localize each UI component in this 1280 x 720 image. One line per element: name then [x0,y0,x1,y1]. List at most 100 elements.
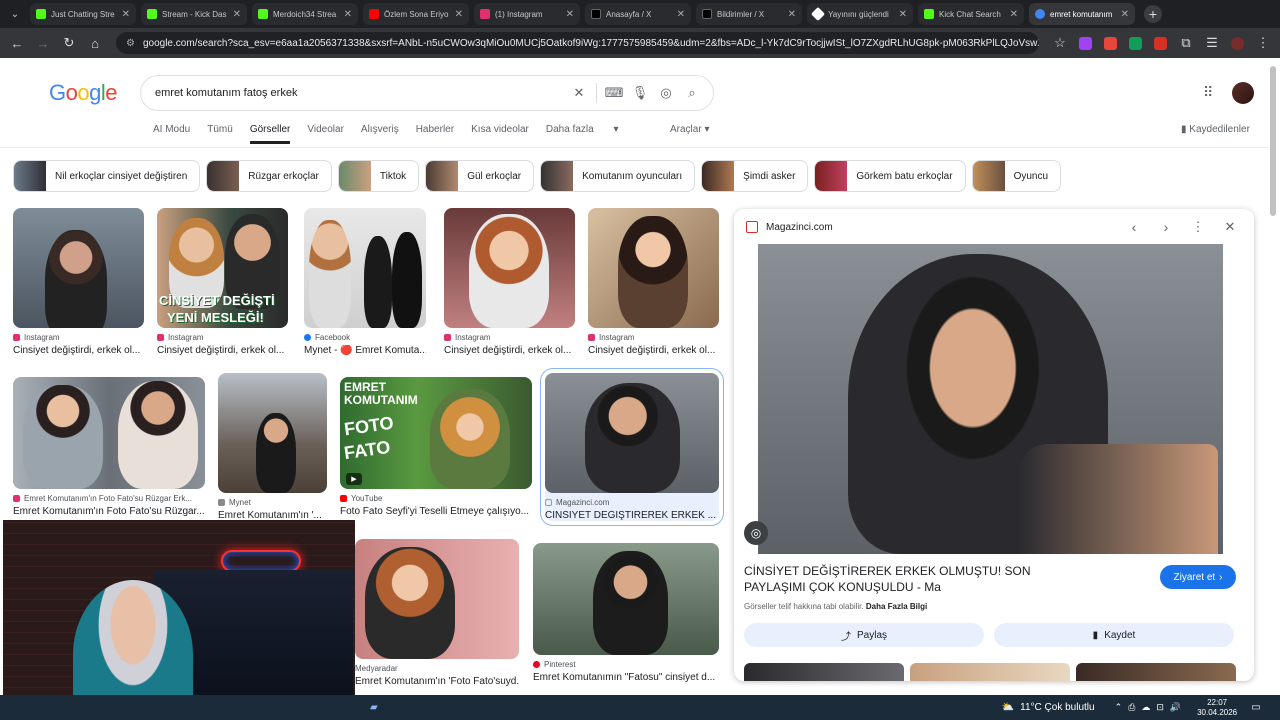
filter-images[interactable]: Görseller [249,124,291,144]
result-image[interactable] [533,543,719,655]
extension-icon[interactable] [1129,36,1142,50]
result-image[interactable] [545,373,719,493]
result-image[interactable] [304,208,426,328]
image-result[interactable]: Pinterest Emret Komutanımın "Fatosu" cin… [533,543,719,683]
result-image[interactable] [13,208,144,328]
menu-icon[interactable]: ⋮ [1252,32,1274,54]
filter-news[interactable]: Haberler [416,124,454,144]
browser-tab-active[interactable]: emret komutanım ✕ [1029,3,1135,25]
keyboard-icon[interactable]: ⌨ [601,80,627,106]
share-button[interactable]: ⤴ Paylaş [744,623,984,647]
chip[interactable]: Gül erkoçlar [425,160,535,192]
browser-tab[interactable]: (1) Instagram ✕ [474,3,580,25]
image-result-selected[interactable]: Magazinci.com CİNSİYET DEĞİŞTİREREK ERKE… [540,368,724,526]
tray-icons[interactable]: ⌃⎙☁⊡🔊 [1115,702,1188,713]
next-icon[interactable]: › [1154,219,1178,235]
save-button[interactable]: ▮ Kaydet [994,623,1234,647]
browser-tab[interactable]: Merdoich34 Strea ✕ [252,3,358,25]
chip[interactable]: Oyuncu [971,160,1062,192]
image-result[interactable]: Instagram Cinsiyet değiştirdi, erkek ol.… [13,208,144,356]
forward-icon[interactable]: → [32,32,54,54]
clock-time[interactable]: 22:07 [1207,698,1227,708]
reload-icon[interactable]: ↻ [58,32,80,54]
result-image[interactable]: EMRET KOMUTANIM FOTO FATO ▶ [340,377,532,489]
extensions-puzzle-icon[interactable]: ⧉ [1175,32,1197,54]
image-result[interactable]: Medyaradar Emret Komutanım'ın 'Foto Fato… [355,539,519,687]
profile-avatar[interactable] [1231,36,1244,50]
extension-icon[interactable] [1154,36,1167,50]
preview-image[interactable] [758,244,1223,554]
reading-list-icon[interactable]: ☰ [1201,32,1223,54]
result-image[interactable] [588,208,719,328]
google-logo[interactable]: Google [49,80,118,106]
preview-title[interactable]: CİNSİYET DEĞİŞTİREREK ERKEK OLMUŞTU! SON… [744,563,1084,595]
browser-tab[interactable]: Just Chatting Stre ✕ [30,3,136,25]
result-image[interactable] [444,208,575,328]
notifications-icon[interactable]: ▭ [1251,702,1260,713]
site-info-icon[interactable]: ⚙ [126,38,135,49]
close-icon[interactable]: ✕ [566,9,574,20]
visit-button[interactable]: Ziyaret et › [1160,565,1236,589]
apps-grid-icon[interactable]: ⠿ [1203,84,1213,101]
browser-tab[interactable]: Yayınını güçlendi ✕ [807,3,913,25]
close-icon[interactable]: ✕ [122,9,130,20]
close-icon[interactable]: ✕ [233,9,241,20]
tab-search-icon[interactable]: ⌄ [4,4,26,24]
home-icon[interactable]: ⌂ [84,32,106,54]
browser-tab[interactable]: Stream - Kick Das ✕ [141,3,247,25]
tools-menu[interactable]: Araçlar ▾ [670,124,710,135]
browser-tab[interactable]: Anasayfa / X ✕ [585,3,691,25]
chip[interactable]: Şimdi asker [701,160,809,192]
search-icon[interactable]: ⌕ [679,80,705,106]
filter-ai-mode[interactable]: AI Modu [153,124,190,144]
image-result[interactable]: EMRET KOMUTANIM FOTO FATO ▶ YouTube Foto… [340,377,532,517]
image-result[interactable]: Instagram Cinsiyet değiştirdi, erkek ol.… [444,208,575,356]
close-icon[interactable]: ✕ [788,9,796,20]
related-thumbnail[interactable] [910,663,1070,681]
close-icon[interactable]: ✕ [899,9,907,20]
search-input[interactable] [155,87,566,99]
filter-short-videos[interactable]: Kısa videolar [471,124,529,144]
chip[interactable]: Görkem batu erkoçlar [814,160,966,192]
new-tab-button[interactable]: + [1144,5,1162,23]
image-result[interactable]: CİNSİYET DEĞİŞTİ YENİ MESLEĞİ! Instagram… [157,208,288,356]
close-icon[interactable]: ✕ [455,9,463,20]
browser-tab[interactable]: Kick Chat Search ✕ [918,3,1024,25]
image-result[interactable]: Emret Komutanım'ın Foto Fato'su Rüzgar E… [13,377,205,517]
more-options-icon[interactable]: ⋮ [1186,219,1210,235]
lens-search-icon[interactable]: ◎ [744,521,768,545]
close-icon[interactable]: ✕ [1218,219,1242,235]
result-image[interactable] [355,539,519,659]
image-result[interactable]: Facebook Mynet - 🔴 Emret Komuta... [304,208,426,356]
close-icon[interactable]: ✕ [1121,9,1129,20]
close-icon[interactable]: ✕ [677,9,685,20]
chip[interactable]: Nil erkoçlar cinsiyet değiştiren [13,160,201,192]
saved-link[interactable]: ▮ Kaydedilenler [1181,124,1250,135]
extension-icon[interactable] [1104,36,1117,50]
chip[interactable]: Rüzgar erkoçlar [206,160,332,192]
address-bar[interactable]: ⚙ google.com/search?sca_esv=e6aa1a205637… [116,32,1039,54]
result-image[interactable] [13,377,205,489]
close-icon[interactable]: ✕ [344,9,352,20]
filter-videos[interactable]: Videolar [307,124,344,144]
filter-shopping[interactable]: Alışveriş [361,124,399,144]
related-thumbnail[interactable] [1076,663,1236,681]
more-info-link[interactable]: Daha Fazla Bilgi [866,602,927,611]
clear-icon[interactable]: ✕ [566,80,592,106]
previous-icon[interactable]: ‹ [1122,219,1146,235]
browser-tab[interactable]: Bildirimler / X ✕ [696,3,802,25]
start-icon[interactable]: ▰ [370,702,378,713]
close-icon[interactable]: ✕ [1010,9,1018,20]
related-thumbnail[interactable] [744,663,904,681]
image-result[interactable]: Instagram Cinsiyet değiştirdi, erkek ol.… [588,208,719,356]
browser-tab[interactable]: Özlem Sona Eriyo ✕ [363,3,469,25]
back-icon[interactable]: ← [6,32,28,54]
image-result[interactable]: Mynet Emret Komutanım'ın '... [218,373,327,521]
account-avatar[interactable] [1232,82,1254,104]
microphone-icon[interactable]: 🎙 [627,80,653,106]
extension-icon[interactable] [1079,36,1092,50]
filter-all[interactable]: Tümü [207,124,233,144]
result-image[interactable] [218,373,327,493]
weather-text[interactable]: 11°C Çok bulutlu [1020,702,1094,713]
lens-icon[interactable]: ◎ [653,80,679,106]
